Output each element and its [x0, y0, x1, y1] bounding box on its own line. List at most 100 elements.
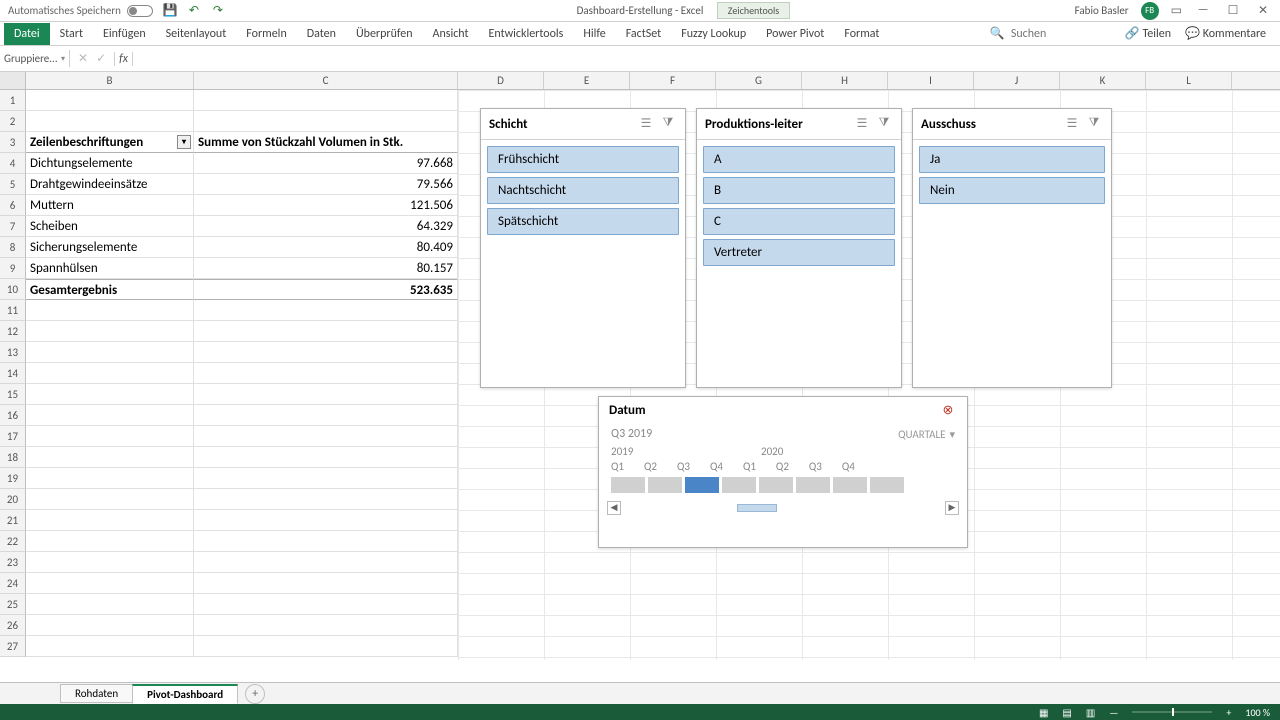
slicer-item[interactable]: Vertreter [703, 239, 895, 266]
cell[interactable]: Sicherungselemente [26, 237, 194, 258]
view-pagelayout-icon[interactable]: ▤ [1062, 706, 1071, 719]
tab-hilfe[interactable]: Hilfe [573, 23, 615, 45]
row-header[interactable]: 24 [0, 573, 26, 594]
grid-row[interactable]: 26 [0, 615, 1280, 636]
row-header[interactable]: 19 [0, 468, 26, 489]
cell[interactable]: Dichtungselemente [26, 153, 194, 174]
cell[interactable] [194, 552, 458, 573]
cell[interactable]: 523.635 [194, 279, 458, 300]
row-header[interactable]: 5 [0, 174, 26, 195]
cell[interactable] [194, 426, 458, 447]
slicer-item[interactable]: Spätschicht [487, 208, 679, 235]
row-header[interactable]: 1 [0, 90, 26, 111]
slicer-item[interactable]: C [703, 208, 895, 235]
cell[interactable] [194, 489, 458, 510]
multiselect-icon[interactable]: ☰ [1063, 115, 1081, 133]
col-header[interactable]: B [26, 72, 194, 89]
timeline-datum[interactable]: Datum ⊗ Q3 2019 QUARTALE ▾ 2019 2020 Q1Q… [598, 396, 968, 548]
row-header[interactable]: 13 [0, 342, 26, 363]
slicer-item[interactable]: Frühschicht [487, 146, 679, 173]
row-header[interactable]: 7 [0, 216, 26, 237]
undo-icon[interactable]: ↶ [187, 4, 201, 18]
grid-row[interactable]: 27 [0, 636, 1280, 657]
col-header[interactable]: C [194, 72, 458, 89]
cell[interactable] [26, 468, 194, 489]
formula-input[interactable] [133, 57, 1280, 61]
slicer-item[interactable]: Nachtschicht [487, 177, 679, 204]
slicer-produktionsleiter[interactable]: Produktions-leiter ☰ ⧩ ABCVertreter [696, 108, 902, 388]
autosave-toggle[interactable]: Automatisches Speichern [8, 4, 153, 17]
cell[interactable] [194, 300, 458, 321]
cell[interactable]: Scheiben [26, 216, 194, 237]
cell[interactable]: 80.409 [194, 237, 458, 258]
tab-formeln[interactable]: Formeln [236, 23, 296, 45]
col-header[interactable]: I [888, 72, 974, 89]
row-header[interactable]: 6 [0, 195, 26, 216]
tab-ansicht[interactable]: Ansicht [423, 23, 479, 45]
cell[interactable] [26, 426, 194, 447]
timeline-segment[interactable] [833, 477, 867, 493]
row-header[interactable]: 21 [0, 510, 26, 531]
cell[interactable] [26, 531, 194, 552]
cell[interactable] [26, 363, 194, 384]
cell[interactable] [194, 510, 458, 531]
tab-entwicklertools[interactable]: Entwicklertools [479, 23, 574, 45]
cell[interactable]: 97.668 [194, 153, 458, 174]
cell[interactable] [26, 321, 194, 342]
sheet-tab[interactable]: Pivot-Dashboard [132, 684, 238, 704]
grid-row[interactable]: 24 [0, 573, 1280, 594]
spreadsheet-grid[interactable]: 1 2 3 Zeilenbeschriftungen▾ Summe von St… [0, 90, 1280, 660]
cell[interactable] [26, 342, 194, 363]
timeline-segment[interactable] [796, 477, 830, 493]
cell[interactable]: Drahtgewindeeinsätze [26, 174, 194, 195]
timeline-prev-button[interactable]: ◀ [607, 501, 621, 515]
clear-filter-icon[interactable]: ⧩ [1085, 115, 1103, 133]
timeline-segment[interactable] [870, 477, 904, 493]
col-header[interactable]: E [544, 72, 630, 89]
tab-powerpivot[interactable]: Power Pivot [756, 23, 834, 45]
row-header[interactable]: 15 [0, 384, 26, 405]
col-header[interactable]: F [630, 72, 716, 89]
row-header[interactable]: 11 [0, 300, 26, 321]
cell[interactable] [26, 300, 194, 321]
slicer-schicht[interactable]: Schicht ☰ ⧩ FrühschichtNachtschichtSpäts… [480, 108, 686, 388]
row-header[interactable]: 9 [0, 258, 26, 279]
slicer-ausschuss[interactable]: Ausschuss ☰ ⧩ JaNein [912, 108, 1112, 388]
search-input[interactable] [1011, 27, 1111, 41]
timeline-segment[interactable] [759, 477, 793, 493]
col-header[interactable]: K [1060, 72, 1146, 89]
tab-factset[interactable]: FactSet [616, 23, 671, 45]
tab-start[interactable]: Start [50, 23, 93, 45]
row-header[interactable]: 12 [0, 321, 26, 342]
slicer-item[interactable]: A [703, 146, 895, 173]
grid-row[interactable]: 25 [0, 594, 1280, 615]
cell[interactable] [194, 447, 458, 468]
row-header[interactable]: 10 [0, 279, 26, 300]
cell[interactable] [194, 636, 458, 657]
cell[interactable]: Summe von Stückzahl Volumen in Stk. [194, 132, 458, 153]
cell[interactable] [194, 405, 458, 426]
row-header[interactable]: 8 [0, 237, 26, 258]
row-header[interactable]: 3 [0, 132, 26, 153]
search-box[interactable]: 🔍 [990, 26, 1111, 41]
timeline-segment[interactable] [722, 477, 756, 493]
cell[interactable] [26, 636, 194, 657]
redo-icon[interactable]: ↷ [211, 4, 225, 18]
cell[interactable]: Gesamtergebnis [26, 279, 194, 300]
add-sheet-button[interactable]: + [245, 684, 265, 704]
sheet-tab[interactable]: Rohdaten [60, 684, 133, 703]
col-header[interactable]: J [974, 72, 1060, 89]
row-header[interactable]: 14 [0, 363, 26, 384]
timeline-level-dropdown[interactable]: QUARTALE ▾ [898, 427, 955, 441]
clear-filter-icon[interactable]: ⧩ [659, 115, 677, 133]
tab-datei[interactable]: Datei [4, 23, 50, 45]
col-header[interactable]: H [802, 72, 888, 89]
cell[interactable] [194, 594, 458, 615]
pivot-filter-dropdown[interactable]: ▾ [177, 135, 191, 149]
view-normal-icon[interactable]: ▦ [1039, 706, 1048, 719]
slicer-item[interactable]: B [703, 177, 895, 204]
col-header[interactable]: D [458, 72, 544, 89]
cell[interactable]: Spannhülsen [26, 258, 194, 279]
timeline-scrollbar[interactable] [627, 504, 939, 512]
row-header[interactable]: 4 [0, 153, 26, 174]
